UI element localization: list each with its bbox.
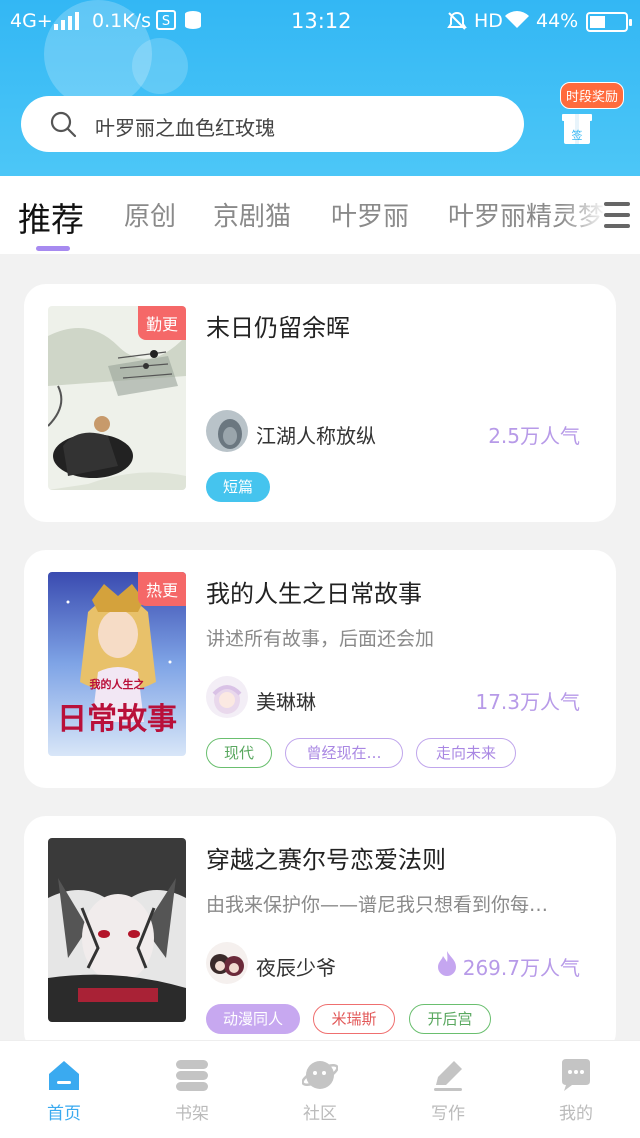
nav-write[interactable]: 写作 — [384, 1041, 512, 1138]
nav-label: 写作 — [431, 1104, 465, 1124]
book-title: 末日仍留余晖 — [206, 314, 350, 342]
tag-chip[interactable]: 走向未来 — [416, 738, 516, 768]
menu-icon[interactable] — [600, 200, 634, 230]
tag-chip[interactable]: 动漫同人 — [206, 1004, 300, 1034]
tab-recommend[interactable]: 推荐 — [18, 193, 84, 241]
popularity: 269.7万人气 — [462, 956, 580, 980]
cover-subtitle: 我的人生之 — [89, 678, 145, 691]
header: 4G+ 0.1K/s S 13:12 HD 44% 叶罗丽之血色红玫瑰 时段奖励 — [0, 0, 640, 180]
search-placeholder: 叶罗丽之血色红玫瑰 — [95, 116, 275, 140]
nav-label: 首页 — [47, 1104, 81, 1124]
decor-bubble-small — [132, 38, 188, 94]
book-cover — [48, 838, 186, 1022]
category-tabs: 推荐 原创 京剧猫 叶罗丽 叶罗丽精灵梦 — [0, 176, 640, 254]
book-description: 讲述所有故事，后面还会加 — [206, 628, 435, 650]
tag-chip[interactable]: 米瑞斯 — [313, 1004, 395, 1034]
book-card[interactable]: 勤更 末日仍留余晖 江湖人称放纵 2.5万人气 短篇 — [24, 284, 616, 522]
battery-percent: 44% — [536, 10, 579, 32]
network-speed: 0.1K/s — [92, 10, 151, 32]
bottom-nav: 首页 书架 社区 写作 我的 — [0, 1040, 640, 1138]
gift-icon: 签 — [562, 114, 592, 144]
database-icon — [183, 10, 203, 35]
tag-chip[interactable]: 开后宫 — [409, 1004, 491, 1034]
wifi-icon — [504, 10, 530, 35]
nav-home[interactable]: 首页 — [0, 1041, 128, 1138]
cover-title: 日常故事 — [57, 702, 177, 737]
profile-icon — [562, 1059, 590, 1091]
book-card[interactable]: 穿越之赛尔号恋爱法则 由我来保护你——谱尼我只想看到你每… 夜辰少爷 269.7… — [24, 816, 616, 1054]
book-title: 我的人生之日常故事 — [206, 580, 422, 608]
clock: 13:12 — [291, 9, 352, 33]
write-icon — [434, 1061, 462, 1091]
search-icon — [50, 111, 77, 138]
author-name: 江湖人称放纵 — [256, 424, 376, 448]
nav-label: 书架 — [175, 1104, 209, 1124]
tag-chip[interactable]: 现代 — [206, 738, 272, 768]
network-type: 4G+ — [10, 10, 53, 32]
nav-profile[interactable]: 我的 — [512, 1041, 640, 1138]
active-tab-indicator — [36, 246, 70, 251]
author-name: 夜辰少爷 — [256, 956, 336, 980]
book-cover: 勤更 — [48, 306, 186, 490]
notification-s-icon: S — [156, 10, 176, 35]
gift-label: 签 — [572, 128, 583, 142]
tab-original[interactable]: 原创 — [124, 196, 176, 233]
battery-icon — [586, 12, 632, 32]
reward-badge: 时段奖励 — [560, 82, 625, 109]
hd-indicator: HD — [474, 10, 503, 32]
author-avatar — [206, 676, 248, 718]
nav-label: 社区 — [303, 1104, 337, 1124]
book-description: 由我来保护你——谱尼我只想看到你每… — [206, 894, 549, 916]
search-bar[interactable]: 叶罗丽之血色红玫瑰 — [21, 96, 524, 152]
tag-chip[interactable]: 曾经现在… — [285, 738, 403, 768]
popularity: 2.5万人气 — [488, 424, 580, 448]
nav-label: 我的 — [559, 1104, 593, 1124]
tab-yeluoli[interactable]: 叶罗丽 — [331, 196, 409, 233]
nav-bookshelf[interactable]: 书架 — [128, 1041, 256, 1138]
author-avatar — [206, 410, 248, 452]
time-reward-button[interactable]: 时段奖励 签 — [552, 78, 632, 158]
author-avatar — [206, 942, 248, 984]
cover-tag: 勤更 — [137, 306, 186, 340]
svg-text:S: S — [162, 14, 170, 29]
status-bar: 4G+ 0.1K/s S 13:12 HD 44% — [0, 0, 640, 44]
signal-icon — [54, 12, 82, 35]
book-card[interactable]: 我的人生之 日常故事 热更 我的人生之日常故事 讲述所有故事，后面还会加 美琳琳… — [24, 550, 616, 788]
book-title: 穿越之赛尔号恋爱法则 — [206, 846, 446, 874]
community-icon — [302, 1061, 338, 1089]
home-icon — [49, 1061, 79, 1090]
author-name: 美琳琳 — [256, 690, 316, 714]
popularity: 17.3万人气 — [475, 690, 580, 714]
tab-jingjumao[interactable]: 京剧猫 — [213, 196, 291, 233]
tag-chip[interactable]: 短篇 — [206, 472, 270, 502]
nav-community[interactable]: 社区 — [256, 1041, 384, 1138]
flame-icon — [438, 951, 456, 976]
bookshelf-icon — [176, 1060, 208, 1091]
mute-icon — [446, 10, 468, 37]
cover-tag: 热更 — [137, 572, 186, 606]
book-cover: 我的人生之 日常故事 热更 — [48, 572, 186, 756]
